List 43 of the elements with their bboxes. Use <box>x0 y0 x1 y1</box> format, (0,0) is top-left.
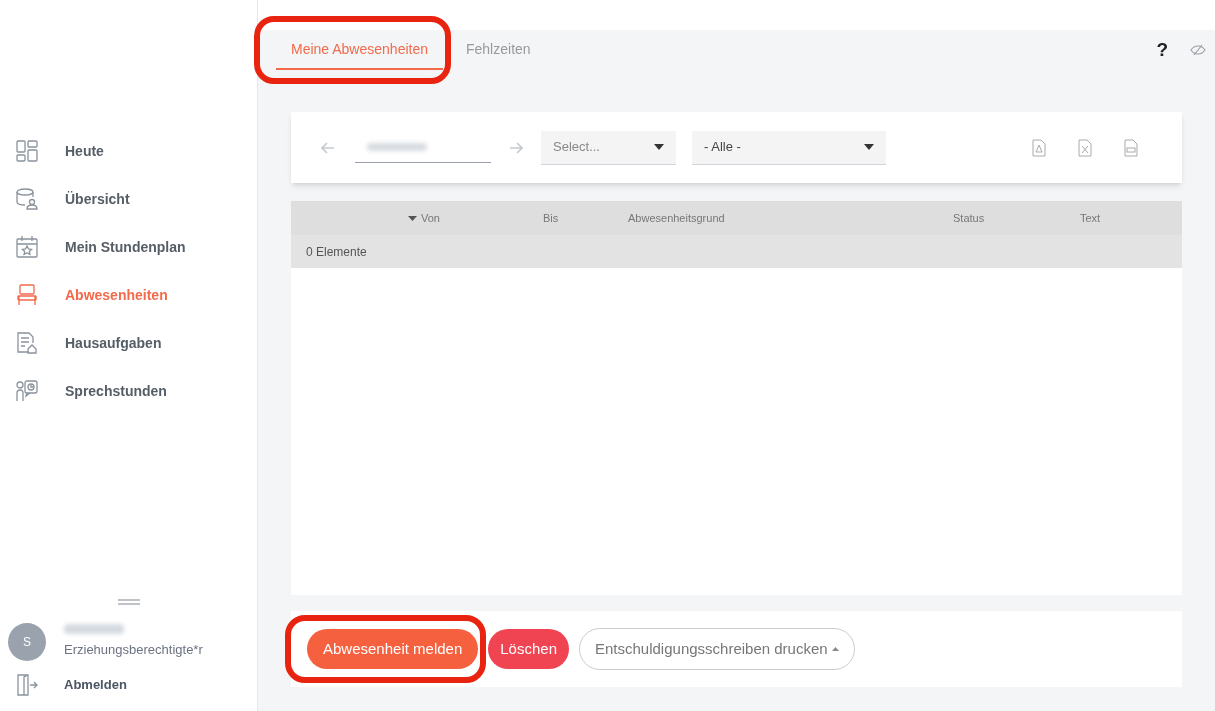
chair-icon <box>15 283 39 307</box>
item-count: 0 Elemente <box>306 243 367 261</box>
pdf-export-icon[interactable] <box>1032 138 1046 157</box>
print-dropdown-button[interactable]: Entschuldigungsschreiben drucken <box>579 628 855 670</box>
dropdown-caret-icon <box>864 144 874 150</box>
avatar: S <box>8 623 46 661</box>
dropdown-caret-icon <box>654 144 664 150</box>
consult-icon <box>15 379 39 403</box>
column-header[interactable]: Text <box>1080 209 1101 227</box>
tab[interactable]: Meine Abwesenheiten <box>276 30 443 70</box>
logout-icon <box>16 673 38 697</box>
help-button[interactable]: ? <box>1156 35 1168 65</box>
caret-up-icon <box>831 647 839 651</box>
user-role: Erziehungsberechtigte*r <box>64 641 203 660</box>
hidden-eye-icon[interactable] <box>1190 44 1206 56</box>
calendar-icon <box>15 235 39 259</box>
csv-export-icon[interactable] <box>1124 138 1138 157</box>
column-header[interactable]: Bis <box>543 209 559 227</box>
sidebar-item[interactable]: Mein Stundenplan <box>0 223 257 271</box>
action-button[interactable]: Abwesenheit melden <box>307 629 479 669</box>
action-button[interactable]: Löschen <box>488 629 569 669</box>
user-name-blurred <box>64 624 124 635</box>
blurred-date <box>367 143 427 151</box>
sidebar-item[interactable]: Übersicht <box>0 175 257 223</box>
dashboard-icon <box>15 139 39 163</box>
select-field[interactable]: Select... <box>541 130 676 165</box>
sidebar-item[interactable]: Hausaufgaben <box>0 319 257 367</box>
drag-handle-icon[interactable] <box>117 599 140 605</box>
excel-export-icon[interactable] <box>1078 138 1092 157</box>
arrow-right-icon[interactable] <box>509 141 523 154</box>
overview-icon <box>15 187 39 211</box>
logout-link[interactable]: Abmelden <box>0 673 257 697</box>
column-header[interactable]: Von <box>408 209 440 227</box>
column-header[interactable]: Abwesenheitsgrund <box>628 209 725 227</box>
column-header[interactable]: Status <box>953 209 985 227</box>
sidebar-item[interactable]: Abwesenheiten <box>0 271 257 319</box>
sidebar-item[interactable]: Heute <box>0 127 257 175</box>
sidebar-item[interactable]: Sprechstunden <box>0 367 257 415</box>
arrow-left-icon[interactable] <box>321 141 335 154</box>
sort-caret-icon <box>408 215 417 221</box>
tab[interactable]: Fehlzeiten <box>451 30 546 70</box>
homework-icon <box>15 331 39 355</box>
status-select[interactable]: - Alle - <box>692 130 886 165</box>
